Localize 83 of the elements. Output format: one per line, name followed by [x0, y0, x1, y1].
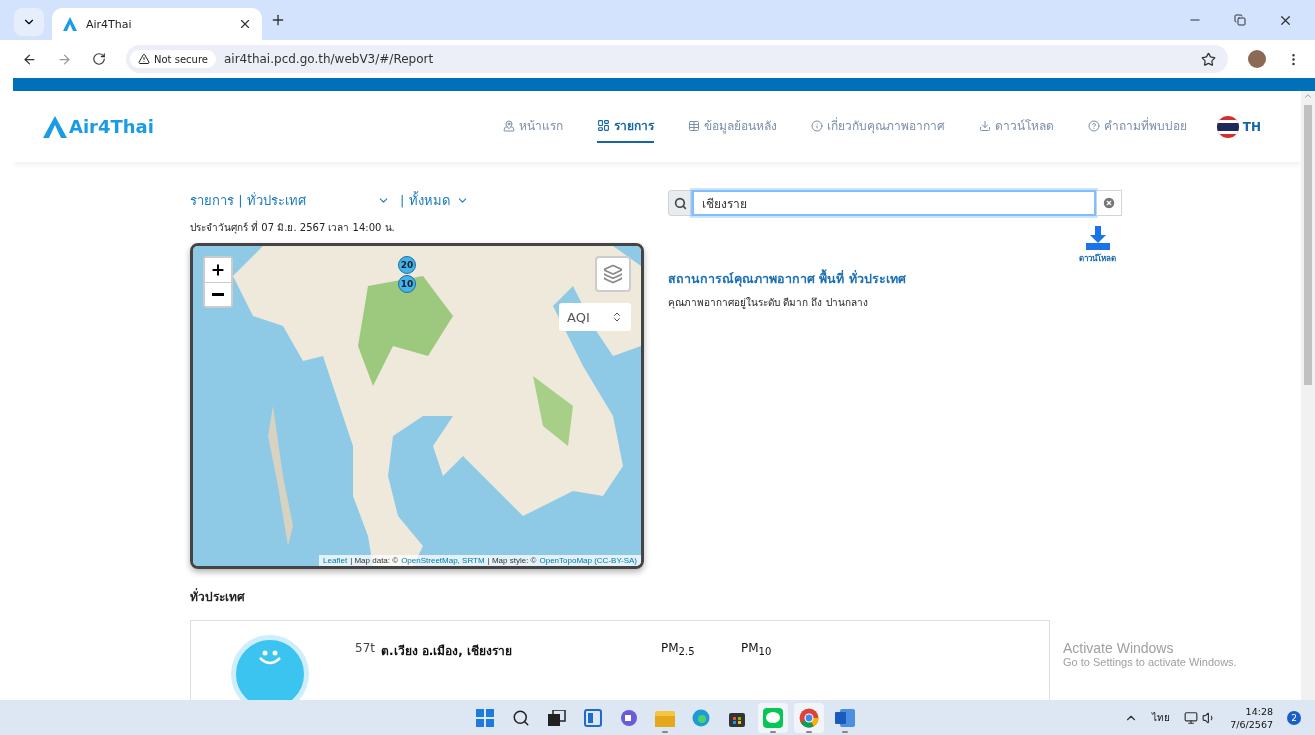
running-indicator: [662, 730, 668, 733]
profile-avatar[interactable]: [1248, 50, 1266, 68]
bookmark-star-icon[interactable]: [1201, 51, 1216, 67]
attribution-link[interactable]: OpenTopoMap (CC-BY-SA): [539, 556, 637, 565]
minus-icon: [212, 293, 224, 296]
browser-icon: [692, 708, 710, 727]
download-icon: [1085, 226, 1110, 250]
task-view-icon: [548, 709, 566, 726]
document-app-icon: [835, 708, 855, 727]
reload-icon[interactable]: [92, 52, 106, 66]
running-indicator: [770, 730, 776, 733]
nav-link[interactable]: ข้อมูลย้อนหลัง: [687, 110, 777, 143]
taskbar-clock[interactable]: 14:28 7/6/2567: [1230, 704, 1273, 731]
notification-badge[interactable]: 2: [1287, 710, 1301, 725]
download-link[interactable]: ดาวน์โหลด: [1079, 226, 1116, 265]
site-logo[interactable]: Air4Thai: [43, 115, 154, 138]
layer-select[interactable]: AQI: [559, 303, 631, 331]
clear-search-button[interactable]: [1096, 190, 1122, 216]
close-tab-icon[interactable]: [238, 17, 252, 31]
attribution-link[interactable]: OpenStreetMap, SRTM: [401, 556, 485, 565]
plus-icon: [210, 262, 226, 278]
flag-icon: [1216, 115, 1239, 138]
clear-icon: [1102, 196, 1116, 210]
report-date: ประจำวันศุกร์ ที่ 07 มิ.ย. 2567 เวลา 14:00 น.: [190, 220, 396, 235]
attribution-text: | Map style: ©: [487, 556, 537, 565]
chat-app-icon: [763, 707, 783, 728]
table-icon: [687, 119, 700, 132]
help-icon: [1087, 119, 1100, 132]
warning-icon: [138, 53, 150, 65]
search-icon: [512, 708, 530, 727]
browser-icon: [799, 707, 819, 728]
video-chat-icon: [620, 708, 638, 727]
zoom-out-button[interactable]: [205, 282, 231, 306]
station-code: 57t: [355, 641, 375, 657]
scrollbar[interactable]: [1301, 91, 1315, 700]
summary-text: คุณภาพอากาศอยู่ในระดับ ดีมาก ถึง ปานกลาง: [668, 296, 869, 310]
folder-icon: [655, 708, 675, 727]
layers-icon: [603, 264, 623, 284]
activation-text: Go to Settings to activate Windows.: [1063, 656, 1237, 668]
search-icon: [668, 190, 692, 216]
pollutant-label: PM$_{10}$: [741, 640, 773, 660]
tab-title: Air4Thai: [86, 17, 133, 31]
info-icon: [810, 119, 823, 132]
download-icon: [978, 119, 991, 132]
layers-button[interactable]: [595, 256, 631, 292]
security-chip[interactable]: Not secure: [130, 50, 216, 68]
attribution-link[interactable]: Leaflet: [323, 556, 348, 565]
scroll-up-icon: [1303, 91, 1313, 101]
scope-dropdown[interactable]: รายการ | ทั่วประเทศ: [190, 189, 390, 211]
nav-link[interactable]: คำถามที่พบบ่อย: [1087, 110, 1187, 143]
attribution-text: | Map data: ©: [350, 556, 399, 565]
address-bar[interactable]: Not secure air4thai.pcd.go.th/webV3/#/Report: [126, 45, 1228, 73]
scrollbar-thumb[interactable]: [1304, 105, 1312, 385]
windows-icon: [476, 708, 494, 727]
up-down-icon: [611, 311, 623, 323]
layout-icon: [596, 119, 610, 132]
url-text: air4thai.pcd.go.th/webV3/#/Report: [223, 52, 434, 66]
browser-tab[interactable]: Air4Thai: [52, 8, 262, 40]
logo-icon: [62, 17, 78, 31]
type-dropdown[interactable]: | ทั้งหมด: [400, 189, 469, 211]
network-icon[interactable]: [1184, 710, 1199, 725]
nav-link[interactable]: ดาวน์โหลด: [978, 110, 1054, 143]
station-name: ต.เวียง อ.เมือง, เชียงราย: [381, 643, 512, 660]
summary-title: สถานการณ์คุณภาพอากาศ พื้นที่ ทั่วประเทศ: [668, 269, 907, 289]
input-language[interactable]: ไทย: [1152, 710, 1171, 725]
new-tab-icon[interactable]: [270, 12, 286, 28]
nav-link[interactable]: หน้าแรก: [502, 110, 563, 143]
nav-link[interactable]: รายการ: [596, 110, 654, 143]
back-icon[interactable]: [22, 51, 37, 67]
activation-title: Activate Windows: [1063, 640, 1175, 656]
restore-icon[interactable]: [1234, 12, 1246, 28]
search-field[interactable]: เชียงราย: [692, 190, 1096, 216]
nav-link[interactable]: เกี่ยวกับคุณภาพอากาศ: [810, 110, 945, 143]
logo-icon: [43, 115, 67, 138]
pollutant-label: PM$_{2.5}$: [661, 640, 696, 660]
widgets-icon: [584, 708, 602, 727]
smiley-face-icon: [256, 648, 284, 666]
running-indicator: [842, 730, 848, 733]
pin-icon: [502, 119, 515, 132]
section-title: ทั่วประเทศ: [190, 587, 246, 606]
running-indicator: [806, 730, 812, 733]
language-switch[interactable]: TH: [1216, 115, 1261, 138]
forward-icon[interactable]: [57, 51, 72, 67]
